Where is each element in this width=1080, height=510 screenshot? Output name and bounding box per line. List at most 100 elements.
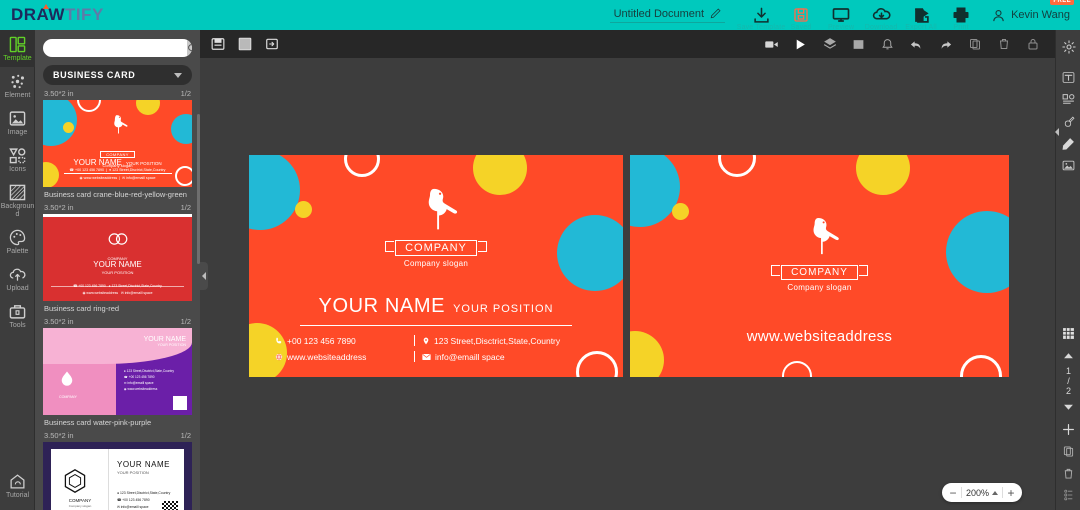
search-input[interactable] xyxy=(43,39,187,57)
hexagon-logo xyxy=(64,469,86,493)
duplicate-button[interactable] xyxy=(965,35,984,54)
grid-toggle-button[interactable] xyxy=(1056,322,1080,344)
print-button[interactable]: Print xyxy=(941,0,981,31)
right-sidebar: 1 / 2 xyxy=(1055,30,1080,510)
zoom-value-dropdown[interactable]: 200% xyxy=(962,488,1002,498)
thumb3-name: YOUR NAME YOUR POSITION xyxy=(143,336,186,347)
sidebar-item-background[interactable]: Background xyxy=(0,178,35,223)
sidebar-item-tools[interactable]: Tools xyxy=(0,297,35,334)
logo-tify: TIFY xyxy=(64,5,104,24)
text-tool-icon xyxy=(1062,71,1075,83)
image-tool-button[interactable] xyxy=(1056,154,1080,176)
preview-button[interactable]: Preview xyxy=(821,0,861,31)
sidebar-item-element[interactable]: Element xyxy=(0,67,35,104)
flamingo-logo xyxy=(113,115,128,134)
company-name: COMPANY xyxy=(781,265,858,280)
contact-row-1: +00 123 456 7890 123 Street,Disctrict,St… xyxy=(249,335,623,346)
arrow-down-icon xyxy=(1064,404,1073,410)
template-thumbnail-1[interactable]: COMPANY Company slogan YOUR NAME YOUR POS… xyxy=(43,100,192,187)
search-button[interactable] xyxy=(187,39,192,57)
thumb2-logo: COMPANY xyxy=(43,228,192,261)
card-front-contact[interactable]: +00 123 456 7890 123 Street,Disctrict,St… xyxy=(249,335,623,367)
your-position: YOUR POSITION xyxy=(453,303,554,315)
avatar-icon xyxy=(993,9,1004,21)
card-front-name-row[interactable]: YOUR NAME YOUR POSITION xyxy=(249,295,623,326)
icons-shapes-icon xyxy=(9,148,26,164)
sidebar-item-tutorial[interactable]: Tutorial xyxy=(0,467,35,504)
decor-ring-white xyxy=(718,155,756,177)
app-logo[interactable]: DRAWTIFY xyxy=(11,4,104,25)
category-dropdown[interactable]: BUSINESS CARD xyxy=(43,65,192,85)
banner-wing-right xyxy=(858,265,868,276)
image-tool-icon xyxy=(1062,160,1075,170)
frame-insert-button[interactable] xyxy=(262,35,281,54)
download-button[interactable]: Download xyxy=(861,0,901,31)
duplicate-icon xyxy=(969,39,980,50)
user-menu[interactable]: Kevin Wang FREE xyxy=(991,0,1074,23)
copy-page-icon xyxy=(1063,445,1074,457)
search-box[interactable] xyxy=(43,39,192,57)
brush-tool-button[interactable] xyxy=(1056,110,1080,132)
alert-button[interactable] xyxy=(878,35,897,54)
template-thumbnail-3[interactable]: YOUR NAME YOUR POSITION COMPANY ● 123 St… xyxy=(43,328,192,415)
company-banner: COMPANY xyxy=(771,262,868,280)
saved-button[interactable]: Saved xyxy=(781,0,821,31)
canvas-area[interactable]: COMPANY Company slogan YOUR NAME YOUR POS… xyxy=(200,58,1055,510)
settings-button[interactable] xyxy=(1056,36,1080,58)
envelope-icon xyxy=(422,353,431,360)
pages-list-button[interactable] xyxy=(1056,484,1080,506)
right-rail-collapse-icon[interactable] xyxy=(1055,128,1059,136)
sidebar-item-palette[interactable]: Palette xyxy=(0,223,35,260)
copy-page-button[interactable] xyxy=(1056,440,1080,462)
delete-page-button[interactable] xyxy=(1056,462,1080,484)
undo-button[interactable] xyxy=(907,35,926,54)
thumb2-contact: ☎ +00 123 456 7890 ● 123 Street,Disctric… xyxy=(73,284,162,295)
globe-icon xyxy=(275,353,283,360)
sidebar-item-template[interactable]: Template xyxy=(0,30,35,67)
template-thumbnail-4[interactable]: COMPANY Company slogan YOUR NAME YOUR PO… xyxy=(43,442,192,510)
card-back[interactable]: COMPANY Company slogan www.websiteaddres… xyxy=(630,155,1009,377)
page-down-button[interactable] xyxy=(1056,396,1080,418)
decor-ring-white xyxy=(782,361,812,377)
phone-icon xyxy=(276,337,282,343)
sidebar-item-upload[interactable]: Upload xyxy=(0,260,35,297)
card-front[interactable]: COMPANY Company slogan YOUR NAME YOUR POS… xyxy=(249,155,623,377)
zoom-value: 200% xyxy=(965,487,989,498)
chevron-down-icon xyxy=(174,72,182,78)
redo-button[interactable] xyxy=(936,35,955,54)
page-up-button[interactable] xyxy=(1056,344,1080,366)
align-button[interactable] xyxy=(849,35,868,54)
layers-button[interactable] xyxy=(820,35,839,54)
lock-button[interactable] xyxy=(1023,35,1042,54)
thumb3-logo: COMPANY xyxy=(59,370,77,399)
book-view-button[interactable] xyxy=(1056,506,1080,510)
save-template-button[interactable]: Save Template xyxy=(737,0,785,31)
text-tool-button[interactable] xyxy=(1056,66,1080,88)
video-button[interactable] xyxy=(762,35,781,54)
shapes-tool-button[interactable] xyxy=(1056,88,1080,110)
sidebar-item-icons[interactable]: Icons xyxy=(0,141,35,178)
fill-color-button[interactable] xyxy=(235,35,254,54)
zoom-out-button[interactable]: − xyxy=(945,485,961,501)
template-thumbnail-2[interactable]: COMPANY YOUR NAME YOUR POSITION ☎ +00 12… xyxy=(43,214,192,301)
pen-tool-button[interactable] xyxy=(1056,132,1080,154)
thumb4-logo xyxy=(63,468,87,499)
delete-button[interactable] xyxy=(994,35,1013,54)
template-caption-2: Business card ring-red xyxy=(44,304,120,313)
tutorial-house-icon xyxy=(10,474,25,489)
save-canvas-button[interactable] xyxy=(208,35,227,54)
export-all-button[interactable]: Export All xyxy=(901,0,941,31)
template-grid-icon xyxy=(9,36,26,53)
address-cell: 123 Street,Disctrict,State,Country xyxy=(422,335,597,346)
panel-collapse-button[interactable] xyxy=(200,262,208,290)
thumb3-contact: ● 123 Street,Disctrict,State,Country ☎ +… xyxy=(123,369,174,391)
zoom-in-button[interactable]: + xyxy=(1003,485,1019,501)
pencil-icon[interactable] xyxy=(710,8,721,19)
play-button[interactable] xyxy=(791,35,810,54)
document-title[interactable]: Untitled Document xyxy=(609,8,726,23)
card-back-website[interactable]: www.websiteaddress xyxy=(630,328,1009,345)
template-pages-3: 1/2 xyxy=(180,431,191,440)
template-meta-2: 3.50*2 in 1/2 xyxy=(35,313,200,328)
sidebar-item-image[interactable]: Image xyxy=(0,104,35,141)
add-page-button[interactable] xyxy=(1056,418,1080,440)
